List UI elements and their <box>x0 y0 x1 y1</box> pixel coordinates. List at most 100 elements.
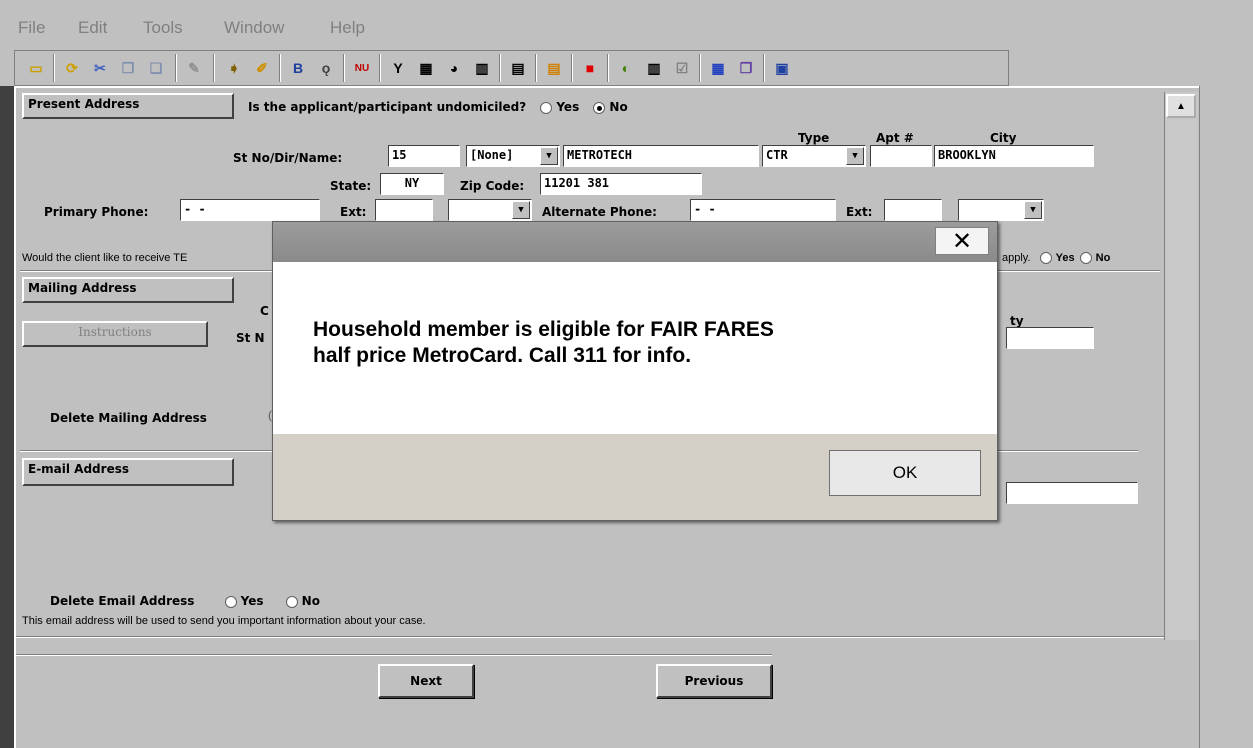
street-type-value: CTR <box>766 148 788 162</box>
open-folder-icon[interactable]: ▭ <box>23 55 49 81</box>
street-number-field[interactable]: 15 <box>388 145 460 167</box>
mailing-st-label: St N <box>236 331 265 345</box>
globe-icon[interactable]: ◐ <box>613 55 639 81</box>
toolbar-separator <box>175 54 177 82</box>
alt-ext-label: Ext: <box>846 205 873 219</box>
city-header: City <box>990 131 1017 145</box>
fair-fares-dialog: ✕ Household member is eligible for FAIR … <box>272 221 998 521</box>
tiles-icon[interactable]: ▣ <box>769 55 795 81</box>
cut-icon[interactable]: ✂ <box>87 55 113 81</box>
ok-button[interactable]: OK <box>829 450 981 496</box>
toolbar-separator <box>535 54 537 82</box>
toolbar-separator <box>213 54 215 82</box>
alternate-phone-field[interactable]: - - <box>690 199 836 221</box>
ext-label: Ext: <box>340 205 367 219</box>
refresh-icon[interactable]: ⟳ <box>59 55 85 81</box>
paste-icon[interactable]: ❏ <box>143 55 169 81</box>
mailing-address-section[interactable]: Mailing Address <box>22 277 234 303</box>
street-name-field[interactable]: METROTECH <box>563 145 759 167</box>
text-yes-radio[interactable] <box>1039 252 1052 265</box>
toolbar-separator <box>763 54 765 82</box>
alt-phone-type-dropdown[interactable]: ▼ <box>958 199 1044 221</box>
toolbar-separator <box>499 54 501 82</box>
undomiciled-yes-radio[interactable] <box>540 101 553 114</box>
delete-email-yes-radio[interactable] <box>224 595 237 608</box>
menu-tools[interactable]: Tools <box>143 18 183 38</box>
zip-code-label: Zip Code: <box>460 179 525 193</box>
nav-divider <box>16 654 772 656</box>
menu-edit[interactable]: Edit <box>78 18 107 38</box>
chevron-down-icon[interactable]: ▼ <box>846 147 864 165</box>
delete-email-yes-label: Yes <box>240 594 264 608</box>
toolbar-separator <box>53 54 55 82</box>
chevron-down-icon[interactable]: ▼ <box>540 147 558 165</box>
state-label: State: <box>330 179 372 193</box>
delete-email-no-radio[interactable] <box>285 595 298 608</box>
instructions-button[interactable]: Instructions <box>22 321 208 347</box>
car-icon[interactable]: ◕ <box>441 55 467 81</box>
toolbar-separator <box>343 54 345 82</box>
vertical-scrollbar[interactable] <box>1164 92 1198 640</box>
text-yes-label: Yes <box>1055 252 1075 264</box>
stop-icon[interactable]: ■ <box>577 55 603 81</box>
chevron-down-icon[interactable]: ▼ <box>1024 201 1042 219</box>
mailing-city-field[interactable] <box>1006 327 1094 349</box>
email-field[interactable] <box>1006 482 1138 504</box>
close-icon[interactable]: ✕ <box>935 227 989 255</box>
toolbar-separator <box>571 54 573 82</box>
street-type-dropdown[interactable]: CTR ▼ <box>762 145 866 167</box>
pin-icon[interactable]: ✐ <box>249 55 275 81</box>
state-field[interactable]: NY <box>380 173 444 195</box>
toolbar-separator <box>279 54 281 82</box>
zip-code-field[interactable]: 11201 381 <box>540 173 702 195</box>
alt-ext-field[interactable] <box>884 199 942 221</box>
book-icon[interactable]: ▥ <box>469 55 495 81</box>
window-left-edge <box>0 86 14 748</box>
present-address-section[interactable]: Present Address <box>22 93 234 119</box>
email-address-section[interactable]: E-mail Address <box>22 458 234 486</box>
checklist-icon[interactable]: ☑ <box>669 55 695 81</box>
section-divider <box>16 636 1164 638</box>
apt-field[interactable] <box>870 145 932 167</box>
report-icon[interactable]: NU <box>349 55 375 81</box>
tree-icon[interactable]: Y <box>385 55 411 81</box>
info-icon[interactable]: ǫ <box>313 55 339 81</box>
right-pane <box>1199 86 1253 748</box>
text-question-end-label: apply. <box>1002 252 1031 264</box>
windows-icon[interactable]: ❐ <box>733 55 759 81</box>
copy-icon[interactable]: ❐ <box>115 55 141 81</box>
st-no-dir-name-label: St No/Dir/Name: <box>233 151 343 165</box>
menu-file[interactable]: File <box>18 18 45 38</box>
primary-phone-field[interactable]: - - <box>180 199 320 221</box>
mailing-partial-c: C <box>260 304 269 318</box>
previous-button[interactable]: Previous <box>656 664 772 698</box>
text-message-question-end: apply. Yes No <box>1002 252 1110 265</box>
undomiciled-no-radio[interactable] <box>593 101 606 114</box>
table-icon[interactable]: ▦ <box>705 55 731 81</box>
primary-phone-label: Primary Phone: <box>44 205 149 219</box>
undomiciled-question: Is the applicant/participant undomiciled… <box>248 100 628 114</box>
city-field[interactable]: BROOKLYN <box>934 145 1094 167</box>
layers-icon[interactable]: ▤ <box>541 55 567 81</box>
alternate-phone-label: Alternate Phone: <box>542 205 657 219</box>
bold-icon[interactable]: B <box>285 55 311 81</box>
columns-icon[interactable]: ▥ <box>641 55 667 81</box>
direction-value: [None] <box>470 148 514 162</box>
text-no-radio[interactable] <box>1079 252 1092 265</box>
phone-type-dropdown[interactable]: ▼ <box>448 199 532 221</box>
delete-email-row: Delete Email Address Yes No <box>50 594 320 608</box>
forward-arrow-icon[interactable]: ➧ <box>221 55 247 81</box>
next-button[interactable]: Next <box>378 664 474 698</box>
scroll-up-arrow-icon[interactable]: ▲ <box>1166 94 1196 118</box>
dialog-footer: OK <box>273 434 997 520</box>
edit-pencil-icon[interactable]: ✎ <box>181 55 207 81</box>
direction-dropdown[interactable]: [None] ▼ <box>466 145 560 167</box>
clipboard-icon[interactable]: ▤ <box>505 55 531 81</box>
ext-field[interactable] <box>375 199 433 221</box>
menu-window[interactable]: Window <box>224 18 284 38</box>
dialog-message: Household member is eligible for FAIR FA… <box>313 318 774 367</box>
chevron-down-icon[interactable]: ▼ <box>512 201 530 219</box>
dialog-title-bar: ✕ <box>273 222 997 262</box>
menu-help[interactable]: Help <box>330 18 365 38</box>
grid-icon[interactable]: ▦ <box>413 55 439 81</box>
